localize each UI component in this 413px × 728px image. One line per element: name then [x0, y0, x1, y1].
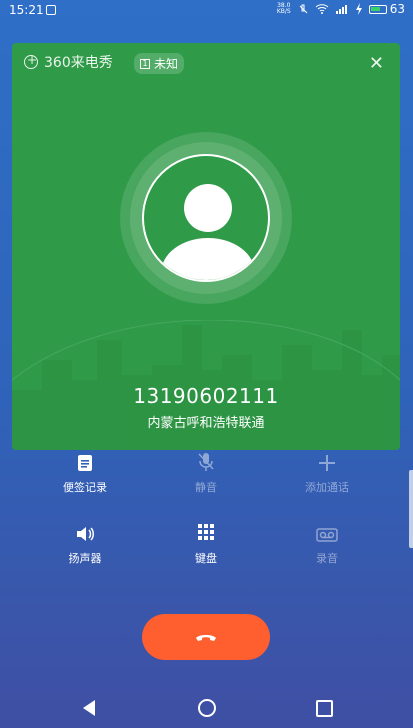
add-call-label: 添加通话: [305, 481, 349, 494]
signal-icon: [335, 5, 347, 14]
avatar-head: [184, 184, 232, 232]
network-speed: 38.0 KB/S: [277, 3, 291, 15]
battery-indicator: 63: [368, 2, 405, 16]
home-button[interactable]: [195, 696, 219, 720]
back-button[interactable]: [77, 696, 101, 720]
speaker-button[interactable]: 扬声器: [30, 521, 140, 566]
keypad-button[interactable]: 键盘: [151, 521, 261, 566]
sim-icon: 1: [140, 58, 150, 69]
hang-up-icon: [196, 635, 216, 641]
mute-icon: [299, 4, 308, 14]
battery-icon: [368, 4, 387, 14]
speaker-label: 扬声器: [68, 552, 102, 565]
mute-mic-icon: [198, 453, 214, 471]
home-icon: [198, 699, 216, 717]
brand: 360来电秀: [24, 52, 113, 72]
mute-button[interactable]: 静音: [151, 450, 261, 495]
navigation-bar: [0, 690, 413, 728]
avatar-body: [161, 238, 255, 280]
battery-level: 63: [389, 2, 405, 16]
note-button[interactable]: 便签记录: [30, 450, 140, 495]
end-call-button[interactable]: [142, 614, 270, 660]
notification-icon: [46, 5, 56, 15]
status-bar: 15:21 38.0 KB/S 63: [0, 0, 413, 22]
phone-number: 13190602111: [133, 384, 279, 408]
unknown-tag: 1 未知: [134, 53, 185, 74]
record-label: 录音: [316, 552, 338, 565]
wifi-icon: [315, 4, 329, 14]
network-speed-unit: KB/S: [276, 8, 291, 15]
recents-button[interactable]: [312, 696, 336, 720]
brand-logo-icon: [24, 53, 38, 69]
tag-label: 未知: [154, 57, 179, 71]
caller-card: 360来电秀 1 未知 ✕ 13190602111 内蒙古呼和浩特联通: [12, 43, 400, 450]
side-handle[interactable]: [409, 470, 413, 548]
brand-name: 360来电秀: [44, 55, 113, 71]
note-icon: [78, 455, 92, 471]
speaker-icon: [77, 527, 94, 541]
record-button[interactable]: 录音: [272, 521, 382, 566]
charging-icon: [355, 3, 362, 15]
recents-icon: [315, 699, 333, 717]
status-time: 15:21: [9, 3, 44, 17]
note-label: 便签记录: [63, 481, 107, 494]
keypad-icon: [198, 524, 214, 540]
mute-label: 静音: [195, 481, 217, 494]
add-call-icon: [319, 455, 335, 471]
record-icon: [316, 528, 338, 542]
add-call-button[interactable]: 添加通话: [272, 450, 382, 495]
avatar: [142, 154, 270, 282]
keypad-label: 键盘: [195, 552, 217, 565]
status-icons: 38.0 KB/S 63: [277, 2, 405, 16]
close-icon[interactable]: ✕: [369, 53, 384, 74]
back-icon: [83, 700, 95, 716]
caller-location: 内蒙古呼和浩特联通: [147, 416, 265, 431]
